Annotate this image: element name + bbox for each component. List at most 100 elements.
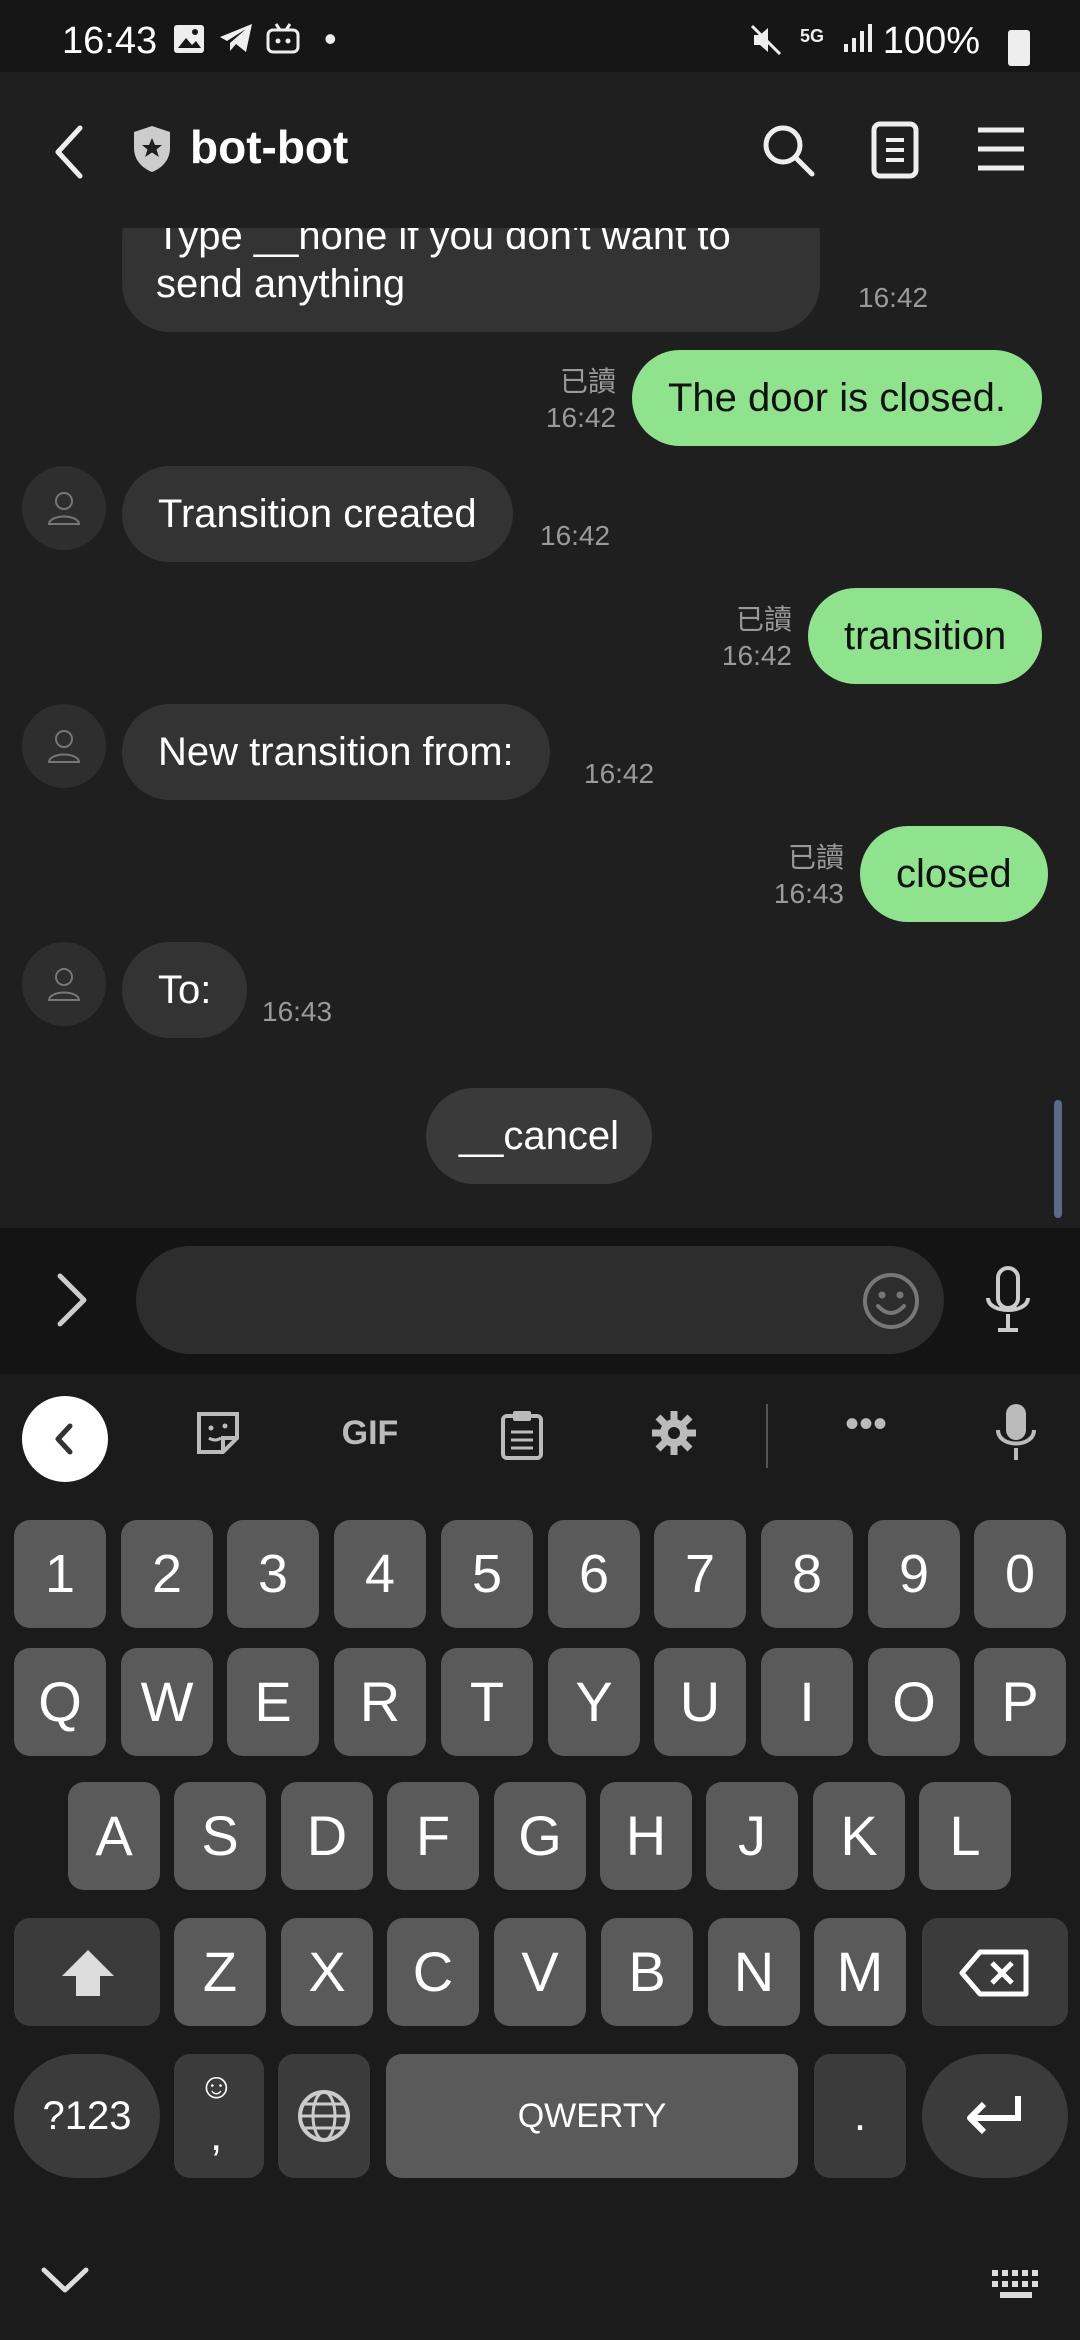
message-bubble-incoming[interactable]: Transition created <box>122 466 513 562</box>
message-meta: 已讀 16:42 <box>720 602 792 674</box>
key-5[interactable]: 5 <box>441 1520 533 1628</box>
key-6[interactable]: 6 <box>548 1520 640 1628</box>
message-text: To: <box>158 968 212 1012</box>
key-p[interactable]: P <box>974 1648 1066 1756</box>
key-x[interactable]: X <box>281 1918 373 2026</box>
avatar[interactable] <box>22 466 106 550</box>
clipboard-icon[interactable] <box>494 1408 550 1472</box>
key-0[interactable]: 0 <box>974 1520 1066 1628</box>
avatar[interactable] <box>22 704 106 788</box>
key-h[interactable]: H <box>600 1782 692 1890</box>
key-n[interactable]: N <box>708 1918 800 2026</box>
comma-label: , <box>210 2111 223 2160</box>
settings-gear-icon[interactable] <box>646 1408 702 1468</box>
navigation-bar <box>0 2230 1080 2340</box>
emoji-icon[interactable] <box>860 1270 922 1332</box>
message-bubble-outgoing[interactable]: closed <box>860 826 1048 922</box>
key-j[interactable]: J <box>706 1782 798 1890</box>
emoji-comma-key[interactable]: ☺ , <box>174 2054 264 2178</box>
notification-dot: • <box>324 18 337 59</box>
search-icon[interactable] <box>758 120 818 180</box>
back-icon[interactable] <box>50 122 90 182</box>
key-8[interactable]: 8 <box>761 1520 853 1628</box>
space-key[interactable]: QWERTY <box>386 2054 798 2178</box>
message-time: 16:42 <box>540 520 611 551</box>
message-bubble-incoming[interactable]: New transition from: <box>122 704 550 800</box>
read-receipt: 已讀 <box>559 366 616 397</box>
menu-icon[interactable] <box>974 124 1028 174</box>
key-v[interactable]: V <box>494 1918 586 2026</box>
more-options[interactable]: ••• <box>836 1402 896 1447</box>
key-r[interactable]: R <box>334 1648 426 1756</box>
message-input[interactable] <box>136 1246 944 1354</box>
microphone-icon[interactable] <box>980 1264 1036 1340</box>
message-text: New transition from: <box>158 730 514 774</box>
sticker-icon[interactable] <box>190 1408 246 1468</box>
key-w[interactable]: W <box>121 1648 213 1756</box>
shift-arrow-icon <box>62 1950 114 1996</box>
message-time: 16:42 <box>858 282 929 313</box>
key-z[interactable]: Z <box>174 1918 266 2026</box>
message-time: 16:42 <box>584 758 655 789</box>
key-y[interactable]: Y <box>548 1648 640 1756</box>
notes-icon[interactable] <box>868 120 922 180</box>
key-t[interactable]: T <box>441 1648 533 1756</box>
key-m[interactable]: M <box>814 1918 906 2026</box>
key-d[interactable]: D <box>281 1782 373 1890</box>
key-9[interactable]: 9 <box>868 1520 960 1628</box>
key-i[interactable]: I <box>761 1648 853 1756</box>
message-text: closed <box>896 852 1012 896</box>
period-key[interactable]: . <box>814 2054 906 2178</box>
key-7[interactable]: 7 <box>654 1520 746 1628</box>
key-k[interactable]: K <box>813 1782 905 1890</box>
key-q[interactable]: Q <box>14 1648 106 1756</box>
hide-keyboard-icon[interactable] <box>40 2266 90 2301</box>
scrollbar[interactable] <box>1054 1100 1062 1218</box>
message-time: 16:43 <box>262 996 333 1027</box>
message-text: transition <box>844 614 1007 658</box>
key-s[interactable]: S <box>174 1782 266 1890</box>
language-key[interactable] <box>278 2054 370 2178</box>
network-type: 5G <box>800 26 825 46</box>
quick-reply-cancel[interactable]: __cancel <box>426 1088 652 1184</box>
keyboard-toolbar-back-icon[interactable] <box>22 1396 108 1482</box>
mute-icon <box>748 22 784 66</box>
signal-icon <box>842 22 876 62</box>
message-bubble-outgoing[interactable]: transition <box>808 588 1043 684</box>
key-g[interactable]: G <box>494 1782 586 1890</box>
message-bubble-incoming[interactable]: Type __none if you don't want to send an… <box>122 228 820 332</box>
gif-button[interactable]: GIF <box>332 1414 408 1453</box>
key-b[interactable]: B <box>601 1918 693 2026</box>
key-4[interactable]: 4 <box>334 1520 426 1628</box>
key-3[interactable]: 3 <box>227 1520 319 1628</box>
enter-key[interactable] <box>922 2054 1068 2178</box>
symbols-key[interactable]: ?123 <box>14 2054 160 2178</box>
toolbar-divider <box>766 1404 768 1468</box>
chat-messages[interactable]: Type __none if you don't want to send an… <box>0 228 1080 1228</box>
key-2[interactable]: 2 <box>121 1520 213 1628</box>
key-f[interactable]: F <box>387 1782 479 1890</box>
chat-title: bot-bot <box>190 121 349 173</box>
message-meta: 已讀 16:42 <box>544 364 616 436</box>
bilibili-icon <box>266 22 300 64</box>
shift-key[interactable] <box>14 1918 160 2026</box>
globe-icon <box>298 2090 350 2142</box>
key-c[interactable]: C <box>387 1918 479 2026</box>
key-a[interactable]: A <box>68 1782 160 1890</box>
key-o[interactable]: O <box>868 1648 960 1756</box>
key-l[interactable]: L <box>919 1782 1011 1890</box>
battery-icon <box>1008 30 1030 66</box>
message-time: 16:42 <box>545 402 616 433</box>
avatar[interactable] <box>22 942 106 1026</box>
message-text: Type __none if you don't want to send an… <box>156 228 731 306</box>
key-u[interactable]: U <box>654 1648 746 1756</box>
shield-icon <box>132 124 172 174</box>
voice-input-icon[interactable] <box>988 1402 1044 1472</box>
key-1[interactable]: 1 <box>14 1520 106 1628</box>
backspace-key[interactable] <box>922 1918 1068 2026</box>
key-e[interactable]: E <box>227 1648 319 1756</box>
chevron-right-icon[interactable] <box>52 1268 92 1332</box>
keyboard-switch-icon[interactable] <box>990 2268 1042 2307</box>
message-bubble-outgoing[interactable]: The door is closed. <box>632 350 1042 446</box>
message-bubble-incoming[interactable]: To: <box>122 942 248 1038</box>
